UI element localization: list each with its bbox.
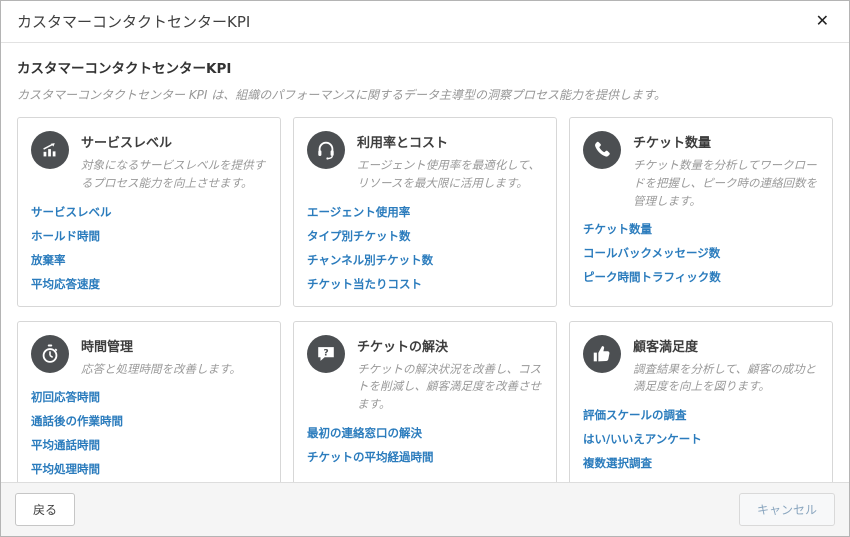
card-header: 顧客満足度 調査結果を分析して、顧客の成功と満足度を向上を図ります。 xyxy=(583,335,819,397)
chat-question-icon: ? xyxy=(307,335,345,373)
kpi-dialog: カスタマーコンタクトセンターKPI ✕ カスタマーコンタクトセンターKPI カス… xyxy=(0,0,850,537)
card-title: 顧客満足度 xyxy=(633,336,819,355)
card-title: チケット数量 xyxy=(633,132,819,151)
card-title: 利用率とコスト xyxy=(357,132,543,151)
kpi-link[interactable]: 通話後の作業時間 xyxy=(31,413,123,429)
dialog-body: カスタマーコンタクトセンターKPI カスタマーコンタクトセンター KPI は、組… xyxy=(1,43,849,482)
card-header: ? チケットの解決 チケットの解決状況を改善し、コストを削減し、顧客満足度を改善… xyxy=(307,335,543,414)
card-header: チケット数量 チケット数量を分析してワークロードを把握し、ピーク時の連絡回数を管… xyxy=(583,131,819,210)
kpi-link[interactable]: ホールド時間 xyxy=(31,228,100,244)
card-header: 利用率とコスト エージェント使用率を最適化して、リソースを最大限に活用します。 xyxy=(307,131,543,193)
section-heading: カスタマーコンタクトセンターKPI xyxy=(17,57,833,77)
phone-icon xyxy=(583,131,621,169)
kpi-link[interactable]: 初回応答時間 xyxy=(31,389,100,405)
kpi-link[interactable]: チャンネル別チケット数 xyxy=(307,252,433,268)
dialog-title: カスタマーコンタクトセンターKPI xyxy=(17,11,250,32)
kpi-link[interactable]: エージェント使用率 xyxy=(307,204,410,220)
kpi-link[interactable]: チケット当たりコスト xyxy=(307,276,422,292)
card-ticket-volume: チケット数量 チケット数量を分析してワークロードを把握し、ピーク時の連絡回数を管… xyxy=(569,117,833,307)
kpi-link[interactable]: はい/いいえアンケート xyxy=(583,431,702,447)
card-utilization-cost: 利用率とコスト エージェント使用率を最適化して、リソースを最大限に活用します。 … xyxy=(293,117,557,307)
kpi-link[interactable]: タイプ別チケット数 xyxy=(307,228,411,244)
card-description: チケット数量を分析してワークロードを把握し、ピーク時の連絡回数を管理します。 xyxy=(633,157,819,210)
card-service-level: サービスレベル 対象になるサービスレベルを提供するプロセス能力を向上させます。 … xyxy=(17,117,281,307)
card-title: 時間管理 xyxy=(81,336,241,355)
kpi-link[interactable]: ピーク時間トラフィック数 xyxy=(583,269,721,285)
thumbs-up-icon xyxy=(583,335,621,373)
card-description: 応答と処理時間を改善します。 xyxy=(81,361,241,379)
kpi-link[interactable]: 最初の連絡窓口の解決 xyxy=(307,425,422,441)
card-description: 対象になるサービスレベルを提供するプロセス能力を向上させます。 xyxy=(81,157,267,193)
card-links: エージェント使用率タイプ別チケット数チャンネル別チケット数チケット当たりコスト xyxy=(307,204,543,292)
card-links: 最初の連絡窓口の解決チケットの平均経過時間 xyxy=(307,425,543,465)
kpi-link[interactable]: 複数選択調査 xyxy=(583,455,652,471)
card-links: 評価スケールの調査はい/いいえアンケート複数選択調査 xyxy=(583,407,819,471)
headset-icon xyxy=(307,131,345,169)
bar-chart-icon xyxy=(31,131,69,169)
stopwatch-icon xyxy=(31,335,69,373)
card-links: サービスレベルホールド時間放棄率平均応答速度 xyxy=(31,204,267,292)
card-description: 調査結果を分析して、顧客の成功と満足度を向上を図ります。 xyxy=(633,361,819,397)
svg-text:?: ? xyxy=(323,347,328,358)
kpi-card-grid: サービスレベル 対象になるサービスレベルを提供するプロセス能力を向上させます。 … xyxy=(17,117,833,482)
kpi-link[interactable]: 放棄率 xyxy=(31,252,66,268)
back-button[interactable]: 戻る xyxy=(15,493,75,526)
close-icon[interactable]: ✕ xyxy=(812,10,833,34)
kpi-link[interactable]: 平均応答速度 xyxy=(31,276,100,292)
card-customer-satisfaction: 顧客満足度 調査結果を分析して、顧客の成功と満足度を向上を図ります。 評価スケー… xyxy=(569,321,833,482)
kpi-link[interactable]: 平均通話時間 xyxy=(31,437,100,453)
card-links: 初回応答時間通話後の作業時間平均通話時間平均処理時間 xyxy=(31,389,267,477)
card-description: エージェント使用率を最適化して、リソースを最大限に活用します。 xyxy=(357,157,543,193)
kpi-link[interactable]: サービスレベル xyxy=(31,204,112,220)
kpi-link[interactable]: チケットの平均経過時間 xyxy=(307,449,434,465)
dialog-header: カスタマーコンタクトセンターKPI ✕ xyxy=(1,1,849,43)
card-time-management: 時間管理 応答と処理時間を改善します。 初回応答時間通話後の作業時間平均通話時間… xyxy=(17,321,281,482)
card-title: サービスレベル xyxy=(81,132,267,151)
card-header: サービスレベル 対象になるサービスレベルを提供するプロセス能力を向上させます。 xyxy=(31,131,267,193)
card-title: チケットの解決 xyxy=(357,336,543,355)
kpi-link[interactable]: 評価スケールの調査 xyxy=(583,407,687,423)
card-ticket-resolution: ? チケットの解決 チケットの解決状況を改善し、コストを削減し、顧客満足度を改善… xyxy=(293,321,557,482)
card-header: 時間管理 応答と処理時間を改善します。 xyxy=(31,335,267,379)
card-description: チケットの解決状況を改善し、コストを削減し、顧客満足度を改善させます。 xyxy=(357,361,543,414)
card-links: チケット数量コールバックメッセージ数ピーク時間トラフィック数 xyxy=(583,221,819,285)
section-description: カスタマーコンタクトセンター KPI は、組織のパフォーマンスに関するデータ主導… xyxy=(17,86,833,103)
kpi-link[interactable]: チケット数量 xyxy=(583,221,652,237)
dialog-footer: 戻る キャンセル xyxy=(1,482,849,536)
cancel-button[interactable]: キャンセル xyxy=(739,493,835,526)
kpi-link[interactable]: コールバックメッセージ数 xyxy=(583,245,720,261)
kpi-link[interactable]: 平均処理時間 xyxy=(31,461,100,477)
